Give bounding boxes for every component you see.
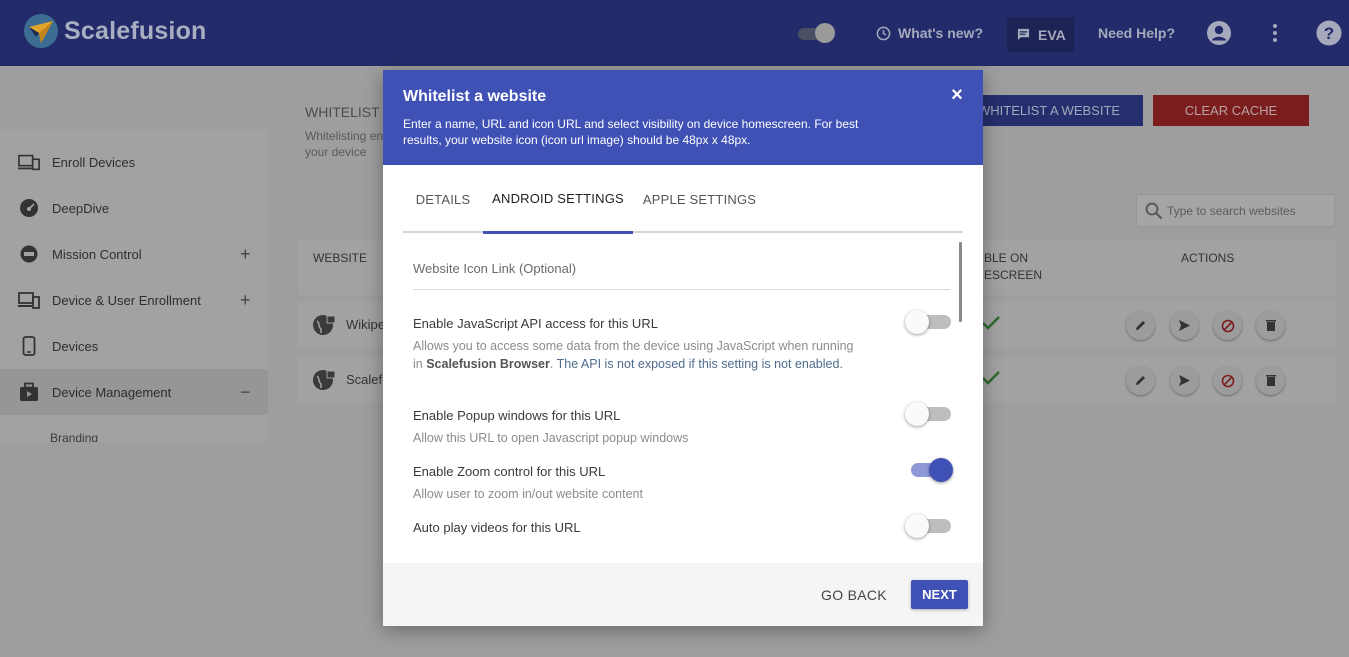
- next-button[interactable]: NEXT: [911, 580, 968, 609]
- eva-label: EVA: [1038, 26, 1066, 43]
- devices-icon: [18, 289, 40, 311]
- popup-toggle[interactable]: [905, 402, 953, 426]
- block-icon[interactable]: [1213, 366, 1242, 395]
- edit-icon[interactable]: [1126, 311, 1155, 340]
- dialog-header: Whitelist a website Enter a name, URL an…: [383, 70, 983, 165]
- popup-description: Allow this URL to open Javascript popup …: [413, 431, 689, 445]
- page-description: Whitelisting en your device: [305, 129, 384, 159]
- enroll-devices-icon: [18, 151, 40, 173]
- speedometer-icon: [18, 197, 40, 219]
- sidebar-item-enroll-devices[interactable]: Enroll Devices: [0, 139, 268, 185]
- brand-name: Scalefusion: [64, 16, 207, 45]
- sidebar-item-label: Enroll Devices: [52, 154, 136, 170]
- website-name: Wikipe: [346, 317, 386, 332]
- whitelist-website-dialog: Whitelist a website Enter a name, URL an…: [383, 70, 983, 626]
- search-icon: [1145, 202, 1163, 219]
- globe-lock-icon: [312, 313, 336, 342]
- whats-new-label: What's new?: [898, 25, 983, 41]
- dialog-subtitle: Enter a name, URL and icon URL and selec…: [403, 117, 859, 147]
- popup-title: Enable Popup windows for this URL: [413, 408, 621, 423]
- js-api-desc-note: The API is not exposed if this setting i…: [556, 357, 792, 371]
- autoplay-title: Auto play videos for this URL: [413, 520, 581, 535]
- clear-cache-button[interactable]: CLEAR CACHE: [1153, 95, 1309, 126]
- autoplay-toggle[interactable]: [905, 514, 953, 538]
- sidebar-item-devices[interactable]: Devices: [0, 323, 268, 369]
- whitelist-website-button[interactable]: WHITELIST A WEBSITE: [972, 95, 1143, 126]
- need-help-link[interactable]: Need Help?: [1098, 25, 1175, 41]
- tab-details[interactable]: DETAILS: [403, 165, 483, 233]
- sidebar-item-label: Mission Control: [52, 246, 142, 262]
- column-header-visible[interactable]: BLE ON ESCREEN: [984, 250, 1042, 284]
- check-icon: [981, 314, 1001, 337]
- js-api-desc-brand: Scalefusion Browser: [426, 357, 550, 371]
- collapse-icon[interactable]: −: [240, 382, 251, 403]
- go-back-button[interactable]: GO BACK: [821, 579, 887, 611]
- send-icon[interactable]: [1170, 311, 1199, 340]
- zoom-description: Allow user to zoom in/out website conten…: [413, 487, 643, 501]
- sidebar-item-label: Device Management: [52, 384, 172, 400]
- website-icon-link-field[interactable]: [413, 253, 950, 290]
- svg-text:?: ?: [1324, 24, 1334, 43]
- sidebar-item-deepdive[interactable]: DeepDive: [0, 185, 268, 231]
- theme-toggle-knob: [815, 23, 835, 43]
- send-icon[interactable]: [1170, 366, 1199, 395]
- clock-icon: [876, 26, 891, 40]
- android-settings-panel: Enable JavaScript API access for this UR…: [403, 243, 963, 563]
- sidebar-subitem-branding[interactable]: Branding: [50, 431, 98, 442]
- expand-icon[interactable]: +: [240, 290, 251, 311]
- sidebar-item-label: Device & User Enrollment: [52, 292, 201, 308]
- mission-control-icon: [18, 243, 40, 265]
- zoom-title: Enable Zoom control for this URL: [413, 464, 606, 479]
- sidebar-item-mission-control[interactable]: Mission Control +: [0, 231, 268, 277]
- edit-icon[interactable]: [1126, 366, 1155, 395]
- block-icon[interactable]: [1213, 311, 1242, 340]
- globe-lock-icon: [312, 368, 336, 397]
- toggle-knob: [905, 310, 929, 334]
- tab-android-settings[interactable]: ANDROID SETTINGS: [483, 165, 633, 234]
- brand-logo[interactable]: Scalefusion: [24, 14, 207, 48]
- sidebar-nav: Enroll Devices DeepDive Mission Control …: [0, 130, 268, 442]
- js-api-desc-end: enabled.: [794, 357, 843, 371]
- eva-assistant-button[interactable]: EVA: [1007, 17, 1074, 52]
- website-search-input[interactable]: [1167, 203, 1327, 218]
- toggle-knob: [929, 458, 953, 482]
- website-search[interactable]: [1136, 194, 1335, 227]
- need-help-label: Need Help?: [1098, 25, 1176, 41]
- zoom-toggle[interactable]: [905, 458, 953, 482]
- delete-icon[interactable]: [1256, 366, 1285, 395]
- toggle-knob: [905, 402, 929, 426]
- theme-toggle[interactable]: [798, 23, 836, 43]
- js-api-title: Enable JavaScript API access for this UR…: [413, 316, 658, 331]
- top-app-bar: Scalefusion What's new? EVA Need Help? ?: [0, 0, 1349, 66]
- sidebar-item-label: Devices: [52, 338, 99, 354]
- scalefusion-logo-icon: [24, 14, 58, 48]
- column-header-website[interactable]: WEBSITE: [313, 250, 367, 267]
- settings-tabs: DETAILS ANDROID SETTINGS APPLE SETTINGS: [403, 165, 963, 234]
- sidebar-item-device-user-enrollment[interactable]: Device & User Enrollment +: [0, 277, 268, 323]
- dialog-footer: GO BACK NEXT: [383, 563, 983, 626]
- sidebar-item-device-management[interactable]: Device Management −: [0, 369, 268, 415]
- column-header-actions: ACTIONS: [1181, 251, 1235, 265]
- website-icon-link-input[interactable]: [413, 261, 950, 276]
- expand-icon[interactable]: +: [240, 244, 251, 265]
- chat-icon: [1017, 28, 1030, 41]
- account-icon[interactable]: [1206, 20, 1232, 46]
- delete-icon[interactable]: [1256, 311, 1285, 340]
- check-icon: [981, 369, 1001, 392]
- js-api-description: Allows you to access some data from the …: [413, 339, 854, 371]
- briefcase-icon: [18, 381, 40, 403]
- dialog-title: Whitelist a website: [403, 88, 547, 105]
- toggle-knob: [905, 514, 929, 538]
- more-vert-icon[interactable]: [1267, 23, 1283, 43]
- sidebar-item-label: DeepDive: [52, 200, 110, 216]
- phone-icon: [18, 335, 40, 357]
- js-api-toggle[interactable]: [905, 310, 953, 334]
- help-icon[interactable]: ?: [1316, 20, 1342, 46]
- whats-new-link[interactable]: What's new?: [876, 25, 983, 41]
- close-icon[interactable]: ×: [949, 85, 965, 105]
- tab-apple-settings[interactable]: APPLE SETTINGS: [633, 165, 766, 233]
